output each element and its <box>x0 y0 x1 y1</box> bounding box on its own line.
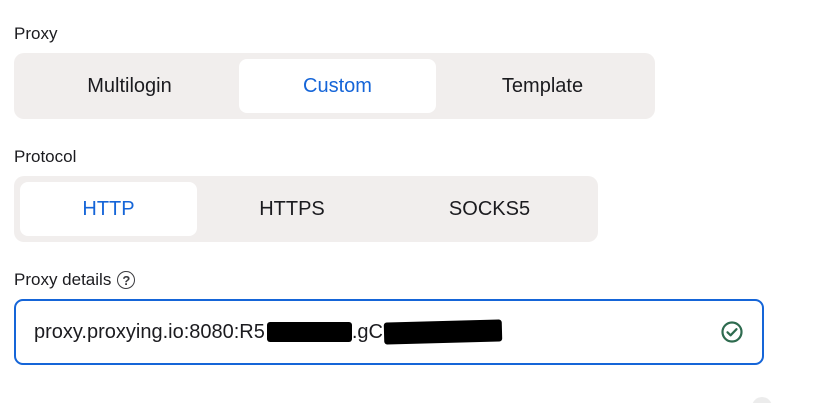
protocol-label: Protocol <box>14 147 77 166</box>
proxy-details-value[interactable]: proxy.proxying.io:8080:R5 .gC <box>34 319 720 345</box>
redacted-block <box>266 322 352 342</box>
protocol-selector: HTTP HTTPS SOCKS5 <box>14 176 598 242</box>
proxy-label: Proxy <box>14 24 58 43</box>
proxy-details-label: Proxy details ? <box>14 270 136 290</box>
proxy-option-custom[interactable]: Custom <box>239 59 436 113</box>
protocol-option-http[interactable]: HTTP <box>20 182 197 236</box>
proxy-option-multilogin[interactable]: Multilogin <box>20 59 239 113</box>
proxy-type-selector: Multilogin Custom Template <box>14 53 655 119</box>
protocol-option-socks5[interactable]: SOCKS5 <box>387 182 592 236</box>
scroll-indicator <box>752 397 772 403</box>
redacted-block <box>383 319 503 345</box>
help-icon[interactable]: ? <box>117 271 136 289</box>
protocol-option-https[interactable]: HTTPS <box>197 182 387 236</box>
proxy-details-input[interactable]: proxy.proxying.io:8080:R5 .gC <box>14 299 764 365</box>
check-circle-icon <box>720 320 744 344</box>
proxy-option-template[interactable]: Template <box>436 59 649 113</box>
proxy-settings-panel: Proxy Multilogin Custom Template Protoco… <box>0 0 828 403</box>
